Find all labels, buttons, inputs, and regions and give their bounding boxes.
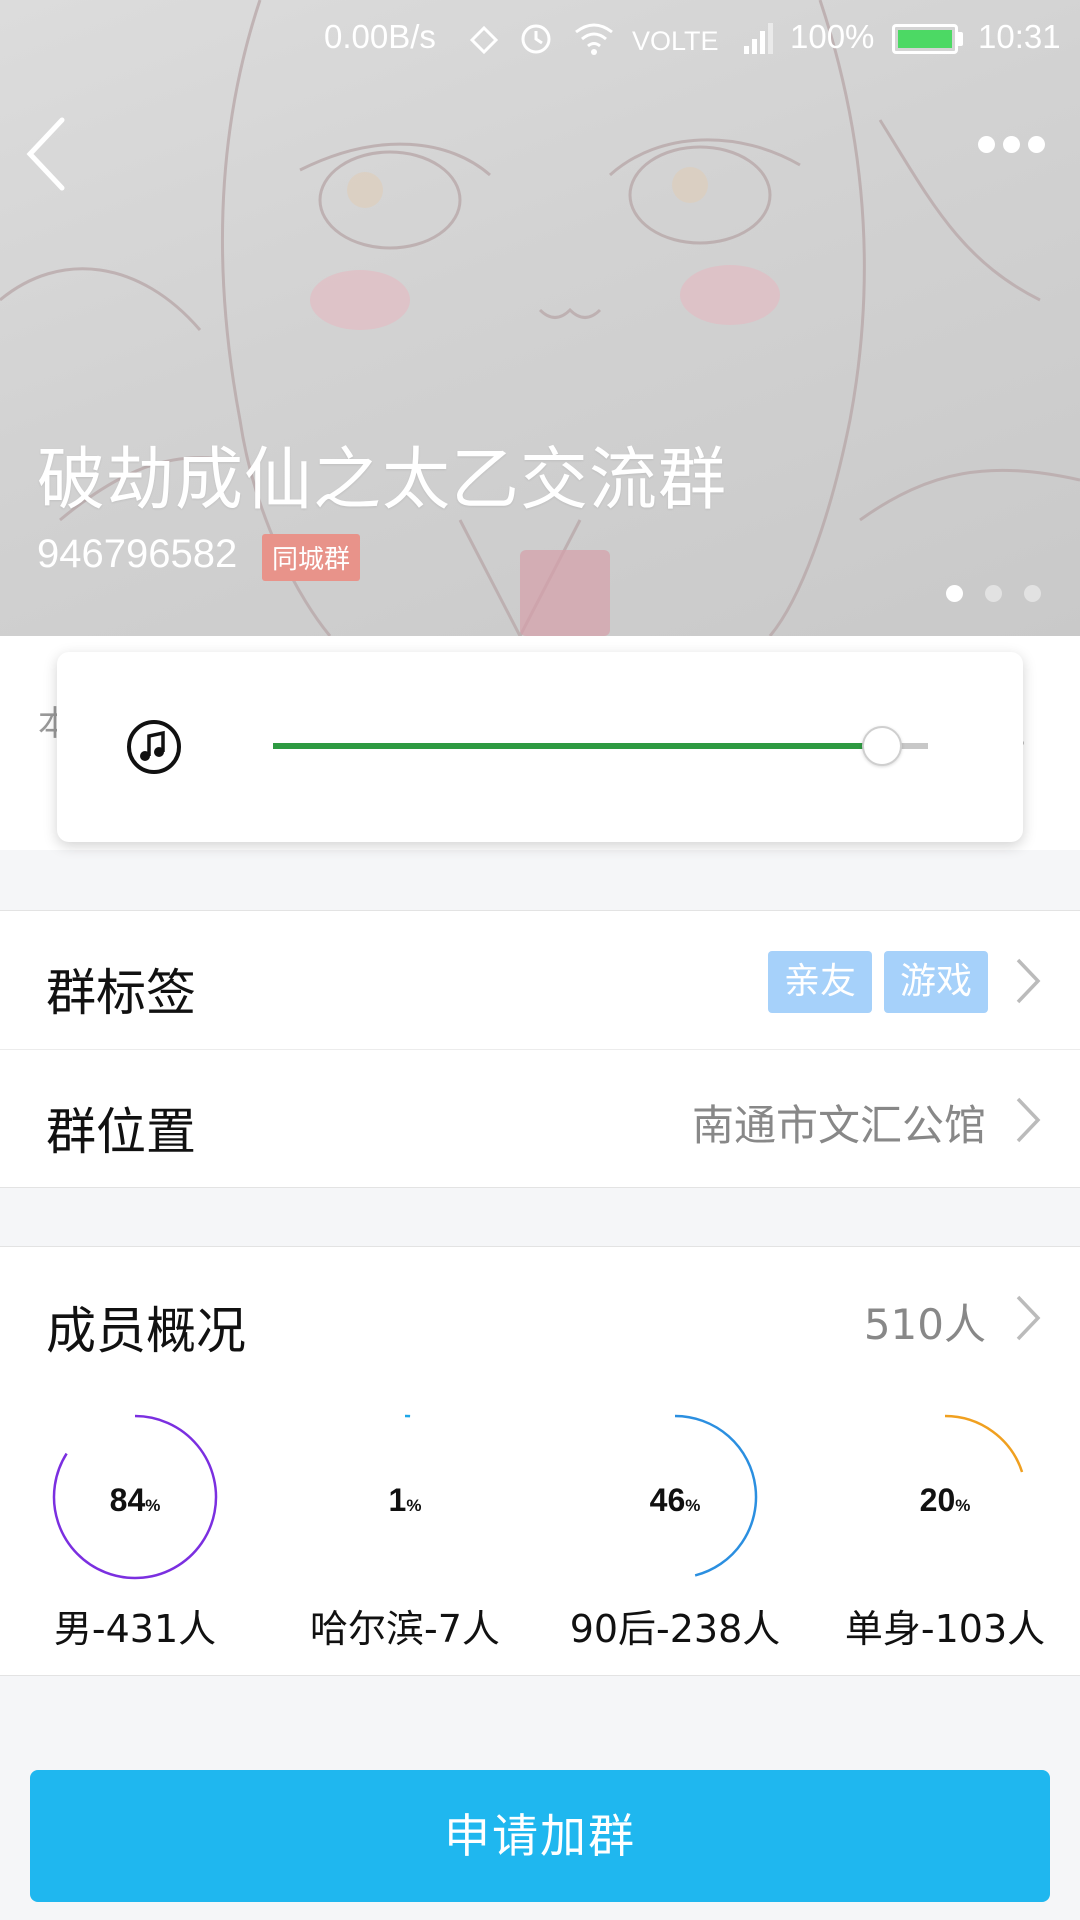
members-overview-row[interactable]: 成员概况 510人: [0, 1246, 1080, 1387]
same-city-badge: 同城群: [262, 534, 361, 581]
music-player-card[interactable]: [57, 652, 1023, 842]
progress-thumb[interactable]: [862, 726, 903, 766]
group-tags-row[interactable]: 群标签 亲友 游戏: [0, 910, 1080, 1050]
battery-icon: [892, 24, 958, 54]
playback-progress-bar[interactable]: [273, 726, 928, 766]
tag-relatives: 亲友: [768, 951, 873, 1013]
stat-age: 46% 90后-238人: [540, 1386, 810, 1676]
volte-indicator: VOLTE: [632, 26, 719, 56]
wifi-icon: [575, 23, 613, 55]
back-arrow-icon[interactable]: [22, 114, 82, 194]
members-count: 510人: [863, 1300, 986, 1349]
progress-fill: [273, 743, 883, 749]
stat-label: 男-431人: [53, 1607, 217, 1651]
carousel-dot[interactable]: [985, 585, 1002, 602]
rotate-icon: [469, 25, 499, 55]
more-options-icon[interactable]: [978, 136, 1054, 164]
stat-label: 哈尔滨-7人: [310, 1607, 500, 1651]
members-label: 成员概况: [46, 1302, 246, 1360]
stat-label: 90后-238人: [569, 1607, 781, 1651]
stat-percent: 84%: [109, 1482, 161, 1518]
bottom-bar: 申请加群: [0, 1752, 1080, 1920]
stat-percent: 46%: [649, 1482, 701, 1518]
location-label: 群位置: [46, 1103, 196, 1161]
location-value: 南通市文汇公馆: [691, 1101, 986, 1150]
alarm-icon: [521, 24, 551, 54]
member-stats: 84% 男-431人 1% 哈尔滨-7人 46% 90后-238人 20% 单身…: [0, 1386, 1080, 1676]
group-name: 破劫成仙之太乙交流群: [37, 441, 728, 520]
battery-percent: 100%: [790, 18, 875, 55]
chevron-right-icon: [1016, 1295, 1041, 1341]
clock: 10:31: [978, 18, 1061, 55]
group-cover-banner[interactable]: 0.00B/s VOLTE 100% 10:31 破劫成仙之太乙交流群 9467…: [0, 0, 1080, 636]
tag-games: 游戏: [884, 951, 989, 1013]
carousel-dot[interactable]: [946, 585, 963, 602]
status-bar: 0.00B/s VOLTE 100% 10:31: [0, 0, 1080, 80]
stat-city: 1% 哈尔滨-7人: [270, 1386, 540, 1676]
stat-label: 单身-103人: [844, 1607, 1046, 1651]
stat-percent: 1%: [388, 1482, 422, 1518]
tags-label: 群标签: [46, 964, 196, 1022]
group-location-row[interactable]: 群位置 南通市文汇公馆: [0, 1049, 1080, 1188]
group-profile-page: 0.00B/s VOLTE 100% 10:31 破劫成仙之太乙交流群 9467…: [0, 0, 1080, 1920]
stat-gender: 84% 男-431人: [0, 1386, 270, 1676]
chevron-right-icon: [1016, 1097, 1041, 1143]
apply-join-button[interactable]: 申请加群: [30, 1770, 1050, 1902]
net-speed: 0.00B/s: [324, 18, 436, 55]
carousel-dot[interactable]: [1024, 585, 1041, 602]
group-id: 946796582: [37, 532, 238, 576]
stat-percent: 20%: [919, 1482, 971, 1518]
carousel-indicator: [946, 585, 1063, 606]
chevron-right-icon: [1016, 958, 1041, 1004]
stat-single: 20% 单身-103人: [810, 1386, 1080, 1676]
music-note-icon[interactable]: [125, 718, 183, 776]
signal-icon: [744, 23, 773, 54]
